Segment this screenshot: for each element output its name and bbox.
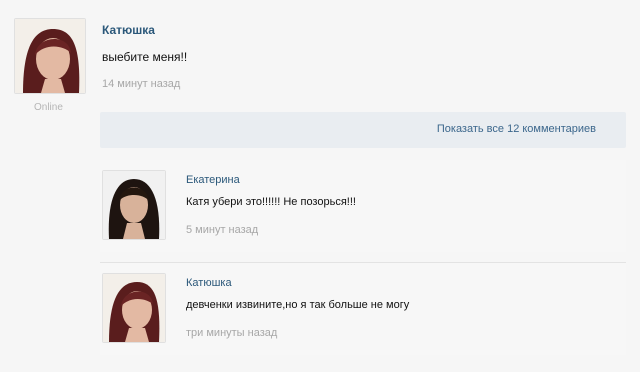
comment-text: девченки извините,но я так больше не мог…: [186, 299, 410, 311]
post-text: выебите меня!!: [102, 50, 188, 64]
post-author-link[interactable]: Катюшка: [102, 23, 155, 37]
post-timestamp[interactable]: 14 минут назад: [102, 78, 180, 90]
avatar[interactable]: [14, 18, 86, 94]
comment-author-link[interactable]: Екатерина: [186, 174, 240, 186]
user-photo-icon: [15, 19, 85, 93]
comment-text: Катя убери это!!!!!! Не позорься!!!: [186, 196, 356, 208]
comment-timestamp[interactable]: три минуты назад: [186, 327, 277, 339]
user-photo-icon: [103, 171, 165, 239]
comment: Екатерина Катя убери это!!!!!! Не позорь…: [100, 160, 626, 252]
avatar[interactable]: [102, 170, 166, 240]
wall-post: Online Катюшка выебите меня!! 14 минут н…: [14, 18, 614, 113]
comment-timestamp[interactable]: 5 минут назад: [186, 224, 258, 236]
comment-author-link[interactable]: Катюшка: [186, 277, 232, 289]
page: Online Катюшка выебите меня!! 14 минут н…: [0, 0, 640, 372]
show-all-comments-label: Показать все 12 комментариев: [436, 123, 596, 135]
online-status: Online: [34, 102, 63, 113]
show-all-comments-button[interactable]: Показать все 12 комментариев: [100, 112, 626, 148]
avatar[interactable]: [102, 273, 166, 343]
comment: Катюшка девченки извините,но я так больш…: [100, 262, 626, 355]
user-photo-icon: [103, 274, 165, 342]
